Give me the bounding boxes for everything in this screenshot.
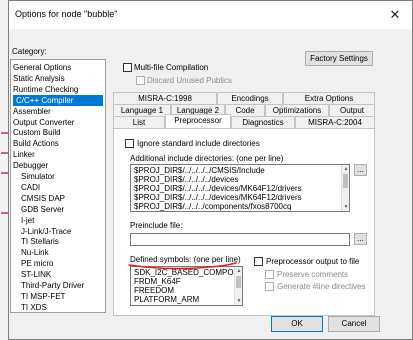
tab-misra-1998[interactable]: MISRA-C:1998 [113, 92, 217, 104]
generate-line-checkbox[interactable] [265, 282, 274, 291]
defined-scrollbar[interactable]: ▲ ▼ [234, 267, 242, 305]
category-item[interactable]: Nu-Link [21, 247, 49, 258]
category-item[interactable]: Third-Party Driver [21, 280, 84, 291]
defined-symbols-label: Defined symbols: (one per line) [130, 255, 241, 264]
tab-diagnostics[interactable]: Diagnostics [231, 116, 295, 128]
category-item[interactable]: Build Actions [13, 138, 59, 149]
scroll-down-icon[interactable]: ▼ [342, 203, 349, 211]
defined-line: FREEDOM [134, 286, 174, 295]
include-scrollbar[interactable]: ▲ ▼ [341, 165, 349, 211]
include-browse-button[interactable]: ... [354, 164, 367, 176]
category-item[interactable]: Assembler [13, 106, 51, 117]
category-item[interactable]: C/C++ Compiler [13, 94, 103, 106]
preinclude-browse-button[interactable]: ... [354, 233, 367, 245]
preinclude-label: Preinclude file: [130, 221, 183, 230]
generate-line-label: Generate #line directives [277, 282, 366, 291]
scroll-up-icon[interactable]: ▲ [235, 267, 242, 275]
preserve-comments-label: Preserve comments [277, 270, 349, 279]
preproc-output-checkbox[interactable] [254, 257, 263, 266]
ignore-std-include-checkbox[interactable] [125, 139, 134, 148]
preproc-output-label: Preprocessor output to file [266, 257, 360, 266]
tab-optimizations[interactable]: Optimizations [265, 104, 329, 116]
category-item[interactable]: TI Stellaris [21, 236, 59, 247]
category-item[interactable]: Custom Build [13, 127, 61, 138]
include-dirs-label: Additional include directories: (one per… [130, 154, 284, 163]
tab-preprocessor[interactable]: Preprocessor [165, 114, 231, 128]
category-item[interactable]: Debugger [13, 160, 48, 171]
include-line: $PROJ_DIR$/../../../../devices [134, 175, 239, 184]
category-item[interactable]: General Options [13, 62, 71, 73]
category-label: Category: [12, 47, 47, 56]
preinclude-input[interactable] [130, 233, 350, 246]
tab-encodings[interactable]: Encodings [217, 92, 283, 104]
tab-extra-options[interactable]: Extra Options [283, 92, 375, 104]
factory-settings-button[interactable]: Factory Settings [305, 51, 373, 66]
tab-language-1[interactable]: Language 1 [113, 104, 171, 116]
category-item[interactable]: Linker [13, 149, 35, 160]
defined-line: SDK_I2C_BASED_COMPONE [134, 268, 243, 277]
scroll-up-icon[interactable]: ▲ [342, 165, 349, 173]
category-list[interactable]: General Options Static Analysis Runtime Ch… [10, 59, 106, 313]
include-dirs-textarea[interactable]: $PROJ_DIR$/../../../../CMSIS/Include $PR… [130, 164, 350, 212]
scroll-down-icon[interactable]: ▼ [235, 297, 242, 305]
dialog-title: Options for node "bubble" [15, 9, 118, 19]
include-line: $PROJ_DIR$/../../../../CMSIS/Include [134, 166, 265, 175]
tab-output[interactable]: Output [329, 104, 375, 116]
include-line: $PROJ_DIR$/../../../components/fxos8700c… [134, 202, 292, 211]
include-line: $PROJ_DIR$/../../../../devices/MK64F12/d… [134, 184, 302, 193]
category-item[interactable]: TI XDS [21, 302, 47, 312]
category-item[interactable]: CADI [21, 182, 40, 193]
tab-list[interactable]: List [113, 116, 165, 128]
tab-code[interactable]: Code [225, 104, 265, 116]
preserve-comments-checkbox[interactable] [265, 270, 274, 279]
ignore-std-include-label: Ignore standard include directories [137, 139, 260, 148]
category-item[interactable]: TI MSP-FET [21, 291, 65, 302]
multifile-checkbox[interactable] [123, 63, 132, 72]
title-bar: Options for node "bubble" ✕ [9, 1, 412, 29]
category-item[interactable]: Simulator [21, 171, 55, 182]
category-item[interactable]: Runtime Checking [13, 84, 78, 95]
cancel-button[interactable]: Cancel [328, 316, 380, 332]
close-icon[interactable]: ✕ [386, 6, 404, 24]
category-item[interactable]: ST-LINK [21, 269, 51, 280]
include-line: $PROJ_DIR$/../../../../devices/MK64F12/d… [134, 193, 302, 202]
ok-button[interactable]: OK [271, 316, 323, 332]
discard-unused-checkbox[interactable] [136, 76, 145, 85]
defined-symbols-textarea[interactable]: SDK_I2C_BASED_COMPONE FRDM_K64F FREEDOM … [130, 266, 243, 306]
defined-line: PLATFORM_ARM [134, 295, 200, 304]
discard-unused-label: Discard Unused Publics [147, 76, 232, 85]
scroll-thumb[interactable] [343, 174, 348, 188]
category-item[interactable]: PE micro [21, 258, 53, 269]
category-item[interactable]: CMSIS DAP [21, 193, 65, 204]
tab-misra-2004[interactable]: MISRA-C:2004 [295, 116, 375, 128]
defined-line: FRDM_K64F [134, 277, 181, 286]
tab-area: MISRA-C:1998 Encodings Extra Options Lan… [113, 92, 375, 316]
category-item[interactable]: Output Converter [13, 117, 74, 128]
category-item[interactable]: Static Analysis [13, 73, 65, 84]
category-item[interactable]: J-Link/J-Trace [21, 226, 71, 237]
multifile-label: Multi-file Compilation [134, 63, 209, 72]
category-item[interactable]: GDB Server [21, 204, 64, 215]
scroll-thumb[interactable] [236, 276, 241, 288]
category-item[interactable]: I-jet [21, 215, 34, 226]
preprocessor-pane: Ignore standard include directories Addi… [113, 128, 375, 316]
